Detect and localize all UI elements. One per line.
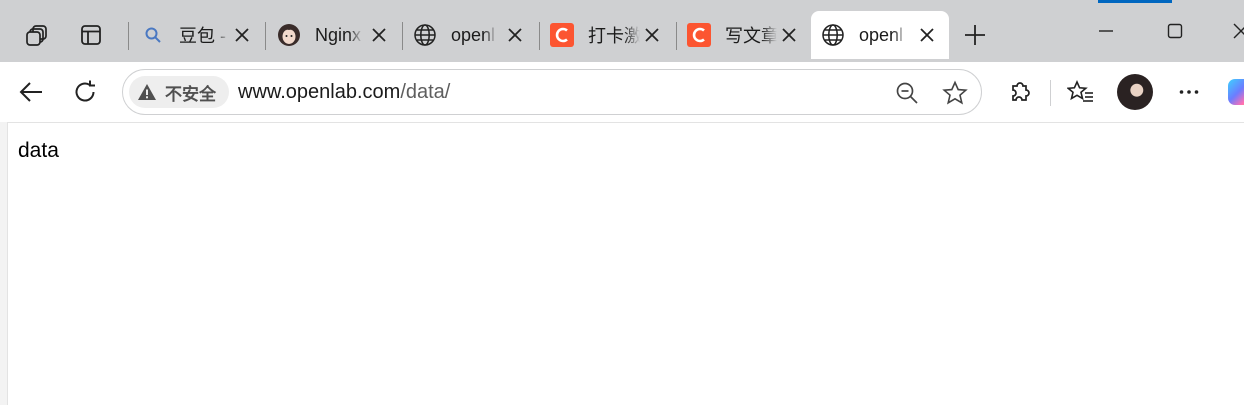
- favorites-button[interactable]: [1061, 72, 1101, 112]
- tab-title: 打卡激: [588, 26, 640, 46]
- vertical-tabs-button[interactable]: [72, 16, 110, 54]
- minimize-icon: [1099, 30, 1113, 32]
- plus-icon: [965, 25, 985, 45]
- url-host: www.openlab.com: [238, 81, 401, 103]
- minimize-button[interactable]: [1083, 12, 1129, 50]
- toolbar-divider: [1050, 80, 1051, 106]
- tab-strip: 豆包 - Nginx openl 打卡激 写文章 openl: [0, 0, 1244, 62]
- search-icon: [141, 23, 165, 47]
- close-icon[interactable]: [232, 25, 252, 45]
- new-tab-button[interactable]: [955, 16, 995, 54]
- close-icon[interactable]: [369, 25, 389, 45]
- close-icon[interactable]: [917, 25, 937, 45]
- page-body-text: data: [18, 139, 59, 162]
- avatar-favicon-icon: [277, 23, 301, 47]
- favorites-star-list-icon: [1067, 80, 1093, 102]
- close-icon[interactable]: [642, 25, 662, 45]
- tab-doubao[interactable]: 豆包 -: [131, 11, 264, 59]
- tab-title: 写文章: [725, 26, 777, 46]
- close-window-icon: [1233, 23, 1244, 39]
- back-button[interactable]: [11, 72, 51, 112]
- extensions-button[interactable]: [1000, 72, 1040, 112]
- workspaces-button[interactable]: [18, 16, 56, 54]
- url-text[interactable]: www.openlab.com/data/: [238, 81, 450, 104]
- toolbar: 不安全 www.openlab.com/data/: [0, 62, 1244, 122]
- more-dots-icon: [1179, 90, 1199, 94]
- zoom-out-icon: [896, 82, 918, 104]
- tab-title: Nginx: [315, 24, 362, 45]
- tab-title: openl: [859, 24, 904, 45]
- tab-csdn-write[interactable]: 写文章: [677, 11, 811, 59]
- puzzle-icon: [1012, 82, 1030, 101]
- back-arrow-icon: [19, 82, 42, 102]
- tab-title: 豆包 -: [179, 26, 226, 46]
- globe-icon: [413, 23, 437, 47]
- accent-line: [1098, 0, 1172, 3]
- security-label: 不安全: [165, 84, 216, 105]
- tab-separator: [265, 22, 266, 50]
- profile-avatar[interactable]: [1117, 74, 1153, 110]
- close-window-button[interactable]: [1218, 12, 1244, 50]
- close-icon[interactable]: [779, 25, 799, 45]
- sidebar-rail: [0, 122, 7, 405]
- tab-csdn-daka[interactable]: 打卡激: [540, 11, 674, 59]
- refresh-icon: [75, 80, 95, 102]
- tab-nginx[interactable]: Nginx: [267, 11, 401, 59]
- globe-icon: [821, 23, 845, 47]
- settings-more-button[interactable]: [1169, 72, 1209, 112]
- maximize-button[interactable]: [1152, 12, 1198, 50]
- maximize-icon: [1167, 23, 1183, 39]
- warning-icon: [138, 84, 156, 100]
- close-icon[interactable]: [505, 25, 525, 45]
- tab-title: openl: [451, 24, 496, 45]
- star-icon: [942, 80, 968, 105]
- url-path: /data/: [400, 81, 451, 103]
- zoom-button[interactable]: [893, 79, 921, 107]
- favorite-button[interactable]: [941, 79, 969, 107]
- refresh-button[interactable]: [65, 72, 105, 112]
- security-indicator[interactable]: 不安全: [129, 76, 229, 108]
- address-bar[interactable]: 不安全 www.openlab.com/data/: [122, 69, 982, 115]
- tab-openlab-active[interactable]: openl: [811, 11, 949, 59]
- csdn-icon: [687, 23, 711, 47]
- copilot-icon[interactable]: [1228, 79, 1244, 105]
- tab-actions-icon: [81, 25, 101, 45]
- csdn-icon: [550, 23, 574, 47]
- workspaces-icon: [26, 25, 47, 46]
- tab-separator: [128, 22, 129, 50]
- page-content: data: [7, 122, 1244, 405]
- tab-openlab-1[interactable]: openl: [403, 11, 537, 59]
